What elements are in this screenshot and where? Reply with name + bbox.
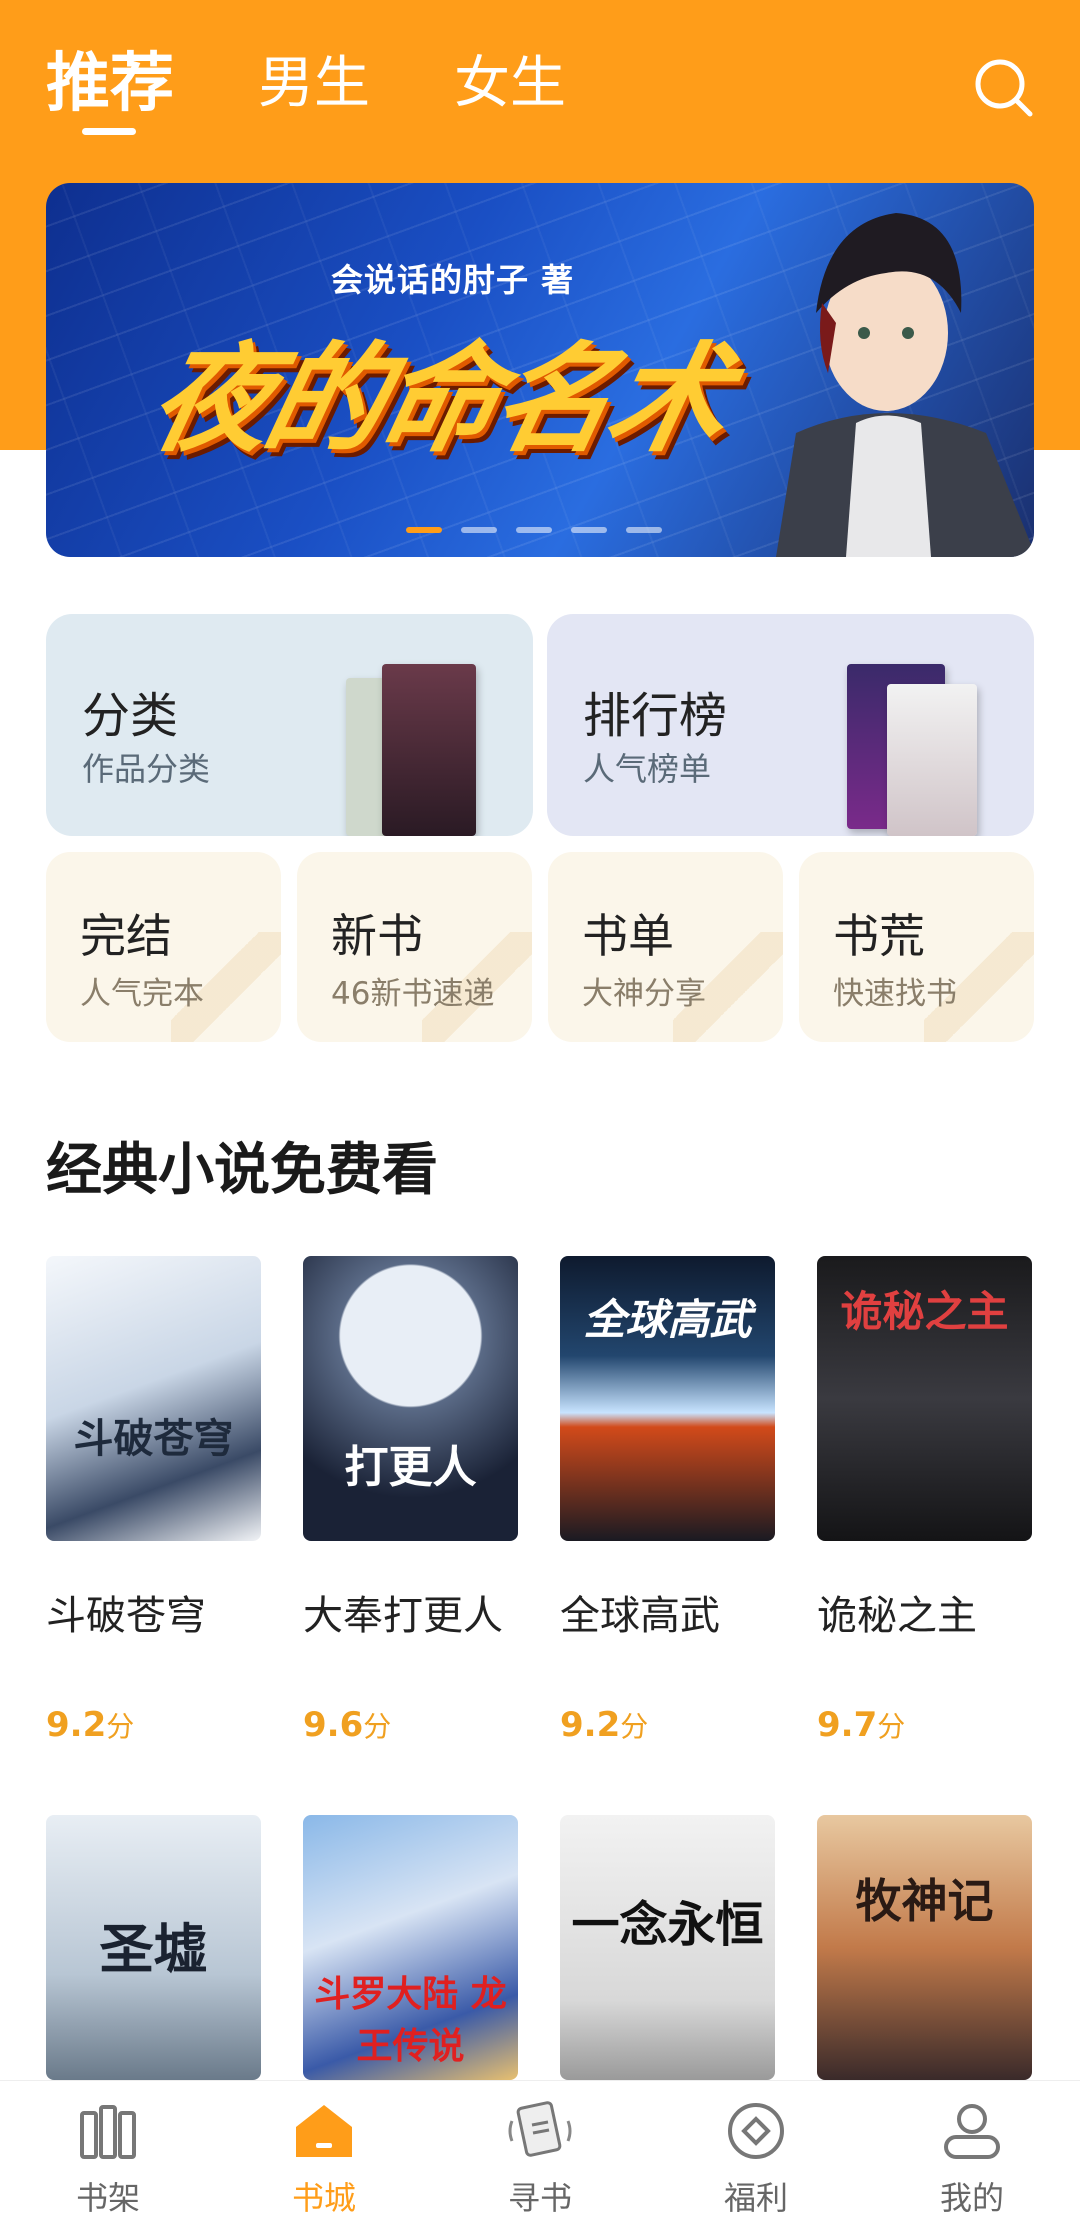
featured-banner[interactable]: 会说话的肘子 著 夜的命名术 (46, 183, 1034, 557)
tab-recommend-label: 推荐 (46, 47, 174, 121)
category-subtitle: 作品分类 (82, 750, 211, 788)
book-cover[interactable]: 全球高武 (560, 1256, 775, 1541)
book-cover[interactable]: 一念永恒 (560, 1815, 775, 2080)
ranking-book-stack-image (847, 664, 977, 836)
cover-title: 斗破苍穹 (73, 1415, 234, 1462)
banner-dot[interactable] (571, 527, 607, 533)
tab-female-label: 女生 (454, 51, 566, 116)
book-item[interactable]: 牧神记 (817, 1815, 1032, 2080)
nav-welfare-label: 福利 (723, 2179, 788, 2217)
find-book-icon (508, 2101, 572, 2157)
book-item[interactable]: 全球高武 全球高武 9.2分 (560, 1256, 775, 1745)
book-item[interactable]: 打更人 大奉打更人 9.6分 (303, 1256, 518, 1745)
tab-female[interactable]: 女生 (454, 44, 566, 124)
book-cover[interactable]: 打更人 (303, 1256, 518, 1541)
book-item[interactable]: 圣墟 (46, 1815, 261, 2080)
book-score: 9.2分 (560, 1705, 775, 1745)
book-cover[interactable]: 圣墟 (46, 1815, 261, 2080)
book-item[interactable]: 诡秘之主 诡秘之主 9.7分 (817, 1256, 1032, 1745)
score-value: 9.6 (303, 1705, 364, 1745)
book-title: 斗破苍穹 (46, 1593, 206, 1639)
new-books-subtitle: 46新书速递 (331, 976, 495, 1012)
tab-male-label: 男生 (258, 51, 370, 116)
nav-bookshelf[interactable]: 书架 (38, 2081, 178, 2223)
welfare-icon (728, 2103, 784, 2159)
booklist-title: 书单 (582, 909, 674, 963)
bottom-navigation: 书架 书城 寻书 福利 我的 (0, 2080, 1080, 2223)
score-value: 9.7 (817, 1705, 878, 1745)
cover-title: 圣墟 (99, 1917, 208, 1981)
book-title: 全球高武 (560, 1593, 720, 1639)
finished-subtitle: 人气完本 (80, 976, 204, 1012)
cover-title: 斗罗大陆 龙王传说 (314, 1974, 507, 2067)
score-value: 9.2 (46, 1705, 107, 1745)
section-title: 经典小说免费看 (46, 1138, 438, 1203)
score-unit: 分 (106, 1710, 135, 1743)
tab-male[interactable]: 男生 (258, 44, 370, 124)
new-books-entry[interactable]: 新书 46新书速递 (297, 852, 532, 1042)
score-unit: 分 (620, 1710, 649, 1743)
banner-dot[interactable] (461, 527, 497, 533)
banner-character-illustration (776, 213, 1034, 557)
search-icon[interactable] (972, 56, 1036, 120)
book-title: 诡秘之主 (817, 1593, 977, 1639)
cover-title: 一念永恒 (571, 1897, 764, 1953)
banner-dot[interactable] (626, 527, 662, 533)
nav-find-book[interactable]: 寻书 (470, 2081, 610, 2223)
banner-title: 夜的命名术 (139, 330, 739, 468)
score-unit: 分 (363, 1710, 392, 1743)
nav-bookstore-label: 书城 (291, 2179, 356, 2217)
category-entry[interactable]: 分类 作品分类 (46, 614, 533, 836)
score-unit: 分 (877, 1710, 906, 1743)
book-score: 9.2分 (46, 1705, 261, 1745)
bookstore-icon (296, 2105, 352, 2157)
banner-dot[interactable] (516, 527, 552, 533)
banner-dot[interactable] (406, 527, 442, 533)
nav-profile-label: 我的 (939, 2179, 1004, 2217)
book-title: 大奉打更人 (303, 1593, 503, 1639)
nav-profile[interactable]: 我的 (902, 2081, 1042, 2223)
channel-tabs: 推荐 男生 女生 (46, 44, 650, 135)
ranking-title: 排行榜 (583, 688, 728, 744)
book-cover[interactable]: 斗罗大陆 龙王传说 (303, 1815, 518, 2080)
banner-pagination (406, 527, 681, 533)
category-title: 分类 (82, 688, 179, 744)
book-score: 9.6分 (303, 1705, 518, 1745)
category-book-stack-image (346, 664, 476, 836)
cover-title: 牧神记 (855, 1874, 994, 1928)
cover-title: 全球高武 (583, 1295, 752, 1344)
book-score: 9.7分 (817, 1705, 1032, 1745)
book-item[interactable]: 斗罗大陆 龙王传说 (303, 1815, 518, 2080)
book-cover[interactable]: 诡秘之主 (817, 1256, 1032, 1541)
booklist-subtitle: 大神分享 (582, 976, 706, 1012)
finished-title: 完结 (80, 909, 172, 963)
banner-author: 会说话的肘子 著 (331, 261, 575, 299)
tab-recommend[interactable]: 推荐 (46, 44, 174, 135)
profile-icon (944, 2104, 1000, 2159)
booklist-entry[interactable]: 书单 大神分享 (548, 852, 783, 1042)
book-cover[interactable]: 牧神记 (817, 1815, 1032, 2080)
bookshelf-icon (80, 2105, 136, 2159)
cover-title: 打更人 (344, 1442, 477, 1493)
score-value: 9.2 (560, 1705, 621, 1745)
book-item[interactable]: 斗破苍穹 斗破苍穹 9.2分 (46, 1256, 261, 1745)
finished-entry[interactable]: 完结 人气完本 (46, 852, 281, 1042)
new-books-title: 新书 (331, 909, 423, 963)
book-shortage-title: 书荒 (833, 909, 925, 963)
book-shortage-entry[interactable]: 书荒 快速找书 (799, 852, 1034, 1042)
ranking-subtitle: 人气榜单 (583, 750, 712, 788)
ranking-entry[interactable]: 排行榜 人气榜单 (547, 614, 1034, 836)
cover-title: 诡秘之主 (840, 1287, 1009, 1336)
book-item[interactable]: 一念永恒 (560, 1815, 775, 2080)
active-tab-indicator (82, 128, 136, 135)
book-shortage-subtitle: 快速找书 (833, 976, 957, 1012)
nav-bookshelf-label: 书架 (75, 2179, 140, 2217)
nav-find-book-label: 寻书 (507, 2179, 572, 2217)
nav-welfare[interactable]: 福利 (686, 2081, 826, 2223)
nav-bookstore[interactable]: 书城 (254, 2081, 394, 2223)
book-cover[interactable]: 斗破苍穹 (46, 1256, 261, 1541)
